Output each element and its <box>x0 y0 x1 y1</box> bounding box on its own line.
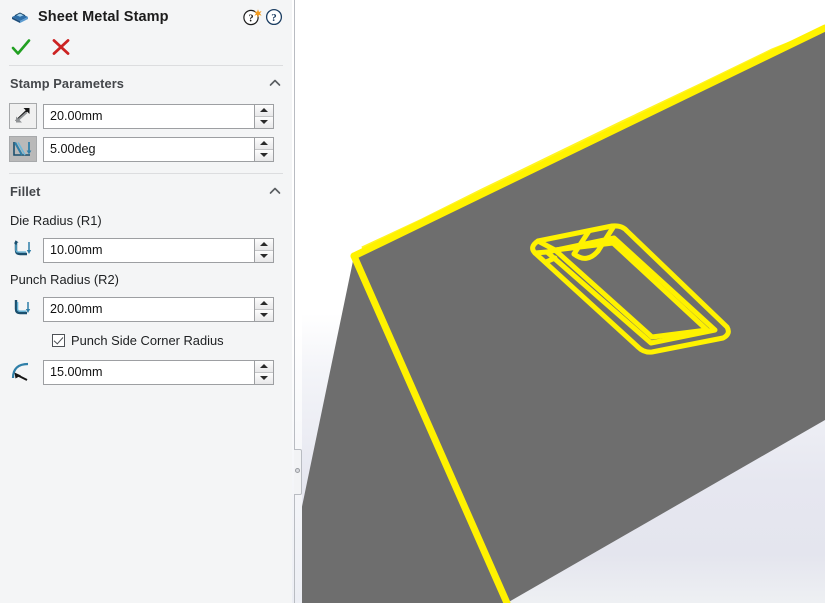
splitter-line <box>294 0 295 603</box>
chevron-up-icon[interactable] <box>268 76 282 90</box>
svg-text:?: ? <box>271 12 277 24</box>
draft-angle-icon <box>9 136 37 162</box>
sheet-metal-plate-with-stamp <box>302 24 825 603</box>
die-radius-spinner[interactable] <box>254 238 273 262</box>
check-icon[interactable] <box>10 36 32 58</box>
corner-radius-icon <box>9 359 37 385</box>
die-radius-input[interactable] <box>44 238 254 262</box>
spinner-up-icon[interactable] <box>255 137 273 149</box>
panel-collapse-handle-dot[interactable] <box>295 468 300 473</box>
spinner-up-icon[interactable] <box>255 297 273 309</box>
corner-radius-spinner[interactable] <box>254 360 273 384</box>
help-whats-new-icon[interactable]: ? <box>242 7 262 27</box>
divider <box>9 173 283 174</box>
svg-text:?: ? <box>248 13 253 24</box>
spinner-down-icon[interactable] <box>255 116 273 128</box>
punch-radius-input[interactable] <box>44 297 254 321</box>
spinner-up-icon[interactable] <box>255 104 273 116</box>
spinner-down-icon[interactable] <box>255 372 273 384</box>
corner-radius-input[interactable] <box>44 360 254 384</box>
stamp-depth-icon <box>9 103 37 129</box>
punch-radius-spinbox[interactable] <box>43 296 274 322</box>
panel-titlebar: Sheet Metal Stamp ? ? <box>0 0 292 33</box>
punch-radius-spinner[interactable] <box>254 297 273 321</box>
section-header-fillet[interactable]: Fillet <box>0 178 292 204</box>
property-manager-panel: Sheet Metal Stamp ? ? Stamp Parameters 2… <box>0 0 292 603</box>
field-die-radius <box>0 237 292 263</box>
3d-graphics-area[interactable] <box>302 0 825 603</box>
label-die-radius: Die Radius (R1) <box>10 213 102 228</box>
stamp-depth-spinner[interactable] <box>254 104 273 128</box>
checkbox-checked-icon[interactable] <box>52 333 65 347</box>
spinner-down-icon[interactable] <box>255 250 273 262</box>
field-stamp-depth <box>0 103 292 129</box>
corner-radius-spinbox[interactable] <box>43 359 274 385</box>
close-icon[interactable] <box>50 36 72 58</box>
spinner-up-icon[interactable] <box>255 238 273 250</box>
stamp-depth-input[interactable] <box>44 104 254 128</box>
spinner-up-icon[interactable] <box>255 360 273 372</box>
field-punch-radius <box>0 296 292 322</box>
checkbox-label: Punch Side Corner Radius <box>71 332 224 348</box>
draft-angle-spinbox[interactable] <box>43 136 274 162</box>
chevron-up-icon[interactable] <box>268 184 282 198</box>
spinner-down-icon[interactable] <box>255 149 273 161</box>
panel-splitter[interactable] <box>292 0 302 603</box>
draft-angle-spinner[interactable] <box>254 137 273 161</box>
divider <box>9 65 283 66</box>
section-title: Stamp Parameters <box>10 75 124 91</box>
section-title: Fillet <box>10 183 41 199</box>
field-draft-angle <box>0 136 292 162</box>
panel-confirm-bar <box>0 33 292 61</box>
spinner-down-icon[interactable] <box>255 309 273 321</box>
die-radius-icon <box>9 237 37 263</box>
field-corner-radius <box>0 359 292 385</box>
punch-side-corner-radius-checkbox[interactable]: Punch Side Corner Radius <box>0 331 292 349</box>
panel-title: Sheet Metal Stamp <box>38 8 169 25</box>
label-punch-radius: Punch Radius (R2) <box>10 272 119 287</box>
draft-angle-input[interactable] <box>44 137 254 161</box>
stamp-depth-spinbox[interactable] <box>43 103 274 129</box>
help-icon[interactable]: ? <box>264 7 284 27</box>
sheet-metal-stamp-icon <box>9 6 31 28</box>
solidworks-stamp-dialog: Sheet Metal Stamp ? ? Stamp Parameters 2… <box>0 0 825 603</box>
die-radius-spinbox[interactable] <box>43 237 274 263</box>
punch-radius-icon <box>9 296 37 322</box>
section-header-stamp-parameters[interactable]: Stamp Parameters <box>0 70 292 96</box>
